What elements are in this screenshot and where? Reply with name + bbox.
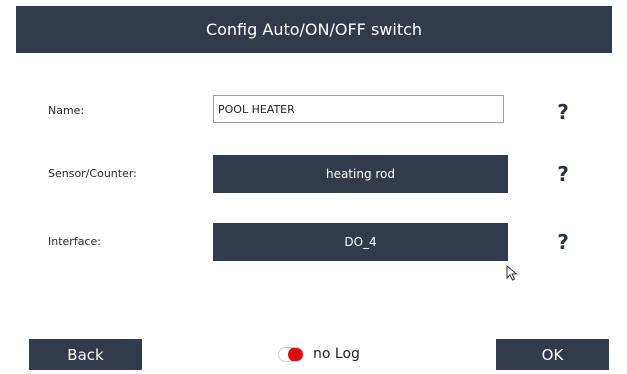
interface-label: Interface:: [48, 235, 101, 248]
dialog-title-bar: Config Auto/ON/OFF switch: [16, 6, 612, 53]
ok-button-label: OK: [541, 345, 564, 364]
toggle-switch[interactable]: [278, 346, 304, 362]
sensor-counter-label: Sensor/Counter:: [48, 167, 137, 180]
back-button[interactable]: Back: [29, 339, 142, 370]
sensor-counter-value: heating rod: [325, 167, 396, 181]
log-toggle[interactable]: no Log: [278, 346, 360, 362]
sensor-counter-button[interactable]: heating rod: [213, 155, 508, 193]
name-field[interactable]: [213, 95, 504, 123]
interface-value: DO_4: [344, 235, 377, 249]
interface-button[interactable]: DO_4: [213, 223, 508, 261]
name-label: Name:: [48, 104, 85, 117]
back-button-label: Back: [67, 345, 104, 364]
ok-button[interactable]: OK: [496, 339, 609, 370]
sensor-help-icon[interactable]: ?: [556, 162, 570, 186]
toggle-knob: [288, 347, 303, 361]
interface-help-icon[interactable]: ?: [556, 230, 570, 254]
log-toggle-label: no Log: [313, 346, 360, 362]
config-dialog: Config Auto/ON/OFF switch Name: ? Sensor…: [16, 6, 612, 370]
name-help-icon[interactable]: ?: [556, 100, 570, 124]
dialog-title: Config Auto/ON/OFF switch: [205, 20, 423, 39]
mouse-pointer-icon: [506, 265, 518, 281]
